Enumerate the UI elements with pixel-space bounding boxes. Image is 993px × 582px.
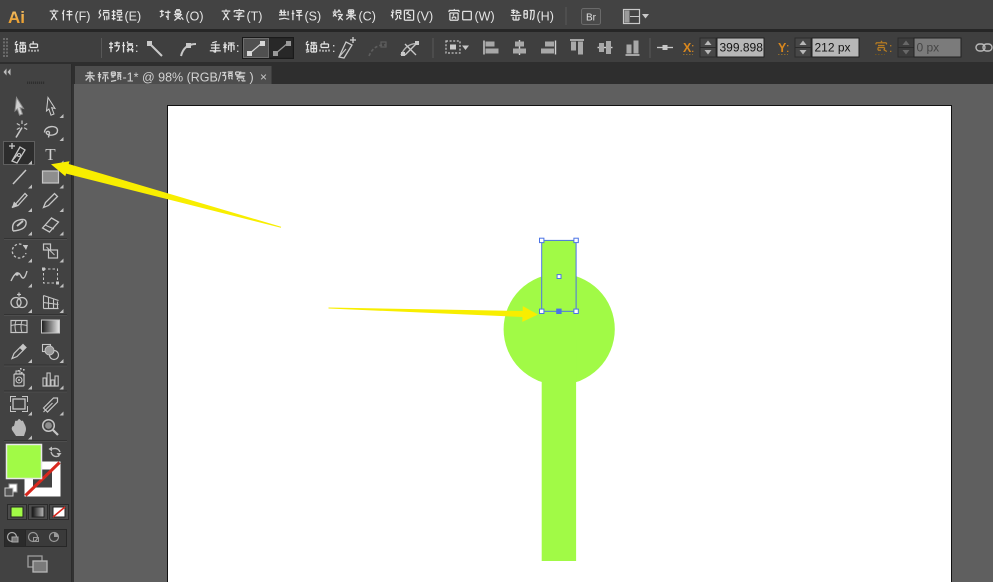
- svg-text:(H): (H): [537, 10, 554, 24]
- svg-text:(V): (V): [417, 10, 434, 24]
- svg-text::: :: [691, 41, 694, 55]
- svg-text::: :: [889, 41, 892, 55]
- svg-text:212 px: 212 px: [815, 41, 851, 55]
- svg-text::: :: [135, 41, 138, 55]
- svg-text:-1* @ 98% (RGB/: -1* @ 98% (RGB/: [123, 71, 222, 85]
- svg-text:(E): (E): [125, 10, 142, 24]
- svg-text:(T): (T): [247, 10, 263, 24]
- svg-text::: :: [236, 41, 239, 55]
- svg-text:(F): (F): [75, 10, 91, 24]
- svg-text:(C): (C): [359, 10, 376, 24]
- svg-text::: :: [332, 41, 335, 55]
- svg-text:(O): (O): [186, 10, 204, 24]
- svg-text:): ): [250, 71, 254, 85]
- svg-text:×: ×: [260, 70, 267, 84]
- svg-text:0 px: 0 px: [917, 41, 940, 55]
- svg-text:(W): (W): [475, 10, 495, 24]
- svg-text:Br: Br: [586, 13, 597, 24]
- svg-text:(S): (S): [305, 10, 322, 24]
- svg-text:399.898: 399.898: [720, 41, 764, 55]
- svg-text:T: T: [45, 145, 56, 164]
- svg-text:Ai: Ai: [8, 8, 25, 27]
- svg-text::: :: [786, 41, 789, 55]
